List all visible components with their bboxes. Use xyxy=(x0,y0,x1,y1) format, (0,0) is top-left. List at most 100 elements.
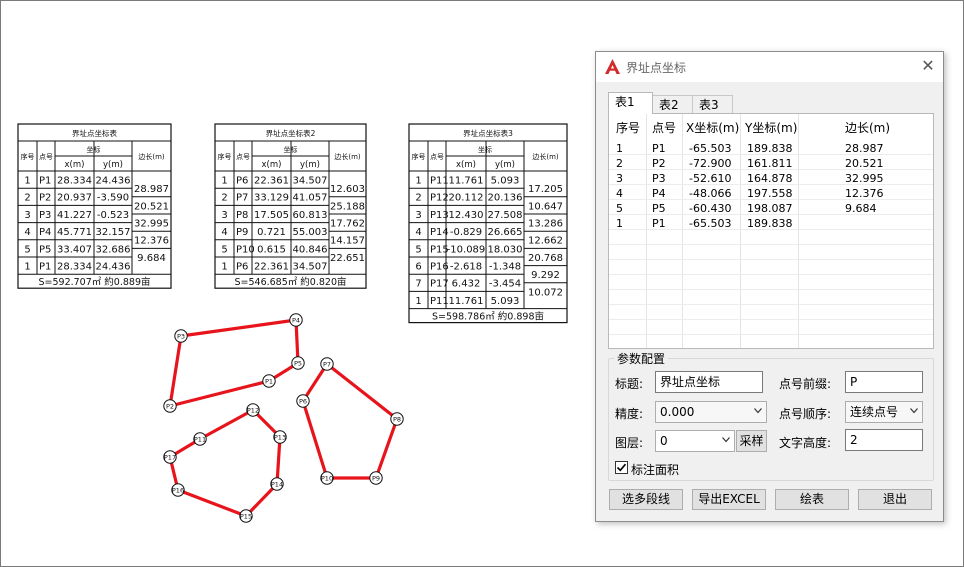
point-label: P8 xyxy=(393,416,401,424)
sample-button[interactable]: 采样 xyxy=(736,430,767,452)
table-cell-point: P2 xyxy=(39,193,51,204)
table-cell-seq: 4 xyxy=(24,227,30,238)
annotate-area-checkbox[interactable] xyxy=(615,461,628,474)
point-label: P2 xyxy=(166,403,174,411)
table-cell-x: 0.721 xyxy=(257,227,286,238)
text-height-label: 文字高度: xyxy=(779,436,832,450)
order-select[interactable]: 连续点号 xyxy=(845,401,923,423)
close-icon[interactable]: ✕ xyxy=(918,56,938,76)
select-polyline-button[interactable]: 选多段线 xyxy=(609,489,683,510)
boundary-point-marker[interactable]: P16 xyxy=(171,483,185,497)
table-cell-seq: 5 xyxy=(24,244,30,255)
point-label: P13 xyxy=(274,434,286,442)
dialog-titlebar[interactable]: 界址点坐标 ✕ xyxy=(596,52,943,82)
coordinate-table-3[interactable]: 界址点坐标表3序号 点号坐标x(m) y(m)边长(m)1 P11 11.761 5.09… xyxy=(408,123,568,324)
table-cell-point: P8 xyxy=(236,210,248,221)
table-cell-x: 6.432 xyxy=(452,279,481,290)
boundary-point-marker[interactable]: P8 xyxy=(390,412,404,426)
point-label: P1 xyxy=(265,378,273,386)
row-divider xyxy=(609,184,933,185)
precision-label: 精度: xyxy=(615,407,644,421)
column-header-point[interactable]: 点号 xyxy=(652,119,676,136)
boundary-point-marker[interactable]: P7 xyxy=(320,357,334,371)
boundary-point-marker[interactable]: P15 xyxy=(239,509,253,523)
table-cell-seq: 5 xyxy=(415,244,421,255)
column-header-seq[interactable]: 序号 xyxy=(616,119,640,136)
boundary-point-marker[interactable]: P14 xyxy=(270,477,284,491)
boundary-point-marker[interactable]: P13 xyxy=(273,430,287,444)
row-divider xyxy=(609,199,933,200)
table-cell-point: P16 xyxy=(430,262,449,273)
point-label: P7 xyxy=(323,361,331,369)
tab-sheet-3[interactable]: 表3 xyxy=(692,95,733,114)
table-cell-seq: 3 xyxy=(415,210,421,221)
table-cell-point: P6 xyxy=(236,176,248,187)
table-header-x: x(m) xyxy=(65,160,85,170)
table-cell-seq: 1 xyxy=(24,176,30,187)
table-cell-y: 24.436 xyxy=(96,262,131,273)
order-value: 连续点号 xyxy=(850,405,899,419)
export-excel-button[interactable]: 导出EXCEL xyxy=(692,489,766,510)
precision-select[interactable]: 0.000 xyxy=(655,401,767,423)
table-cell-x: 11.761 xyxy=(449,176,484,187)
table-cell-edge: 22.651 xyxy=(330,253,365,264)
boundary-point-marker[interactable]: P4 xyxy=(289,313,303,327)
table-cell-x: 20.112 xyxy=(449,193,484,204)
table-cell-seq: 2 xyxy=(24,193,30,204)
boundary-point-marker[interactable]: P10 xyxy=(320,471,334,485)
boundary-point-marker[interactable]: P5 xyxy=(291,356,305,370)
annotate-area-label[interactable]: 标注面积 xyxy=(631,461,679,478)
row-divider xyxy=(609,244,933,245)
table-cell-x: -2.618 xyxy=(450,262,482,273)
precision-value: 0.000 xyxy=(660,405,695,419)
row-divider xyxy=(609,319,933,320)
title-input[interactable]: 界址点坐标 xyxy=(655,371,763,393)
column-header-x[interactable]: X坐标(m) xyxy=(686,119,739,136)
table-cell-x: 33.407 xyxy=(57,244,92,255)
coordinate-table-1[interactable]: 界址点坐标表序号 点号 坐标x(m) y(m) 边长(m) 1 P1 28.334 24.436… xyxy=(17,123,172,289)
prefix-label: 点号前缀: xyxy=(779,377,832,391)
row-divider xyxy=(609,259,933,260)
table-cell-point: P6 xyxy=(236,262,248,273)
table-cell-seq: 2 xyxy=(221,193,227,204)
table-cell-edge: 12.662 xyxy=(528,236,563,247)
parcel-polyline-1[interactable] xyxy=(168,318,300,408)
boundary-point-marker[interactable]: P1 xyxy=(262,374,276,388)
coordinate-table-2[interactable]: 界址点坐标表2 序号 点号 坐标x(m) y(m) 边长(m) 1 P6 22.361 34.50… xyxy=(214,123,367,289)
boundary-point-dialog: 界址点坐标 ✕ 表1 表2 表3 序号 点号 X坐标(m) Y坐标(m) 边长(… xyxy=(595,51,944,522)
coordinate-list[interactable]: 序号 点号 X坐标(m) Y坐标(m) 边长(m) 1 P1 -65.503 189.… xyxy=(608,113,934,349)
boundary-point-marker[interactable]: P17 xyxy=(163,450,177,464)
boundary-point-marker[interactable]: P2 xyxy=(163,399,177,413)
column-header-edge[interactable]: 边长(m) xyxy=(845,119,890,136)
table-cell-point: P7 xyxy=(236,193,248,204)
table-cell-seq: 1 xyxy=(415,296,421,307)
table-cell-point: P11 xyxy=(430,176,449,187)
table-header-point: 点号 xyxy=(236,153,250,161)
table-cell-x: 33.129 xyxy=(254,193,289,204)
boundary-point-marker[interactable]: P3 xyxy=(174,329,188,343)
table-cell-y: 5.093 xyxy=(491,176,520,187)
table-cell-edge: 9.684 xyxy=(137,253,166,264)
autocad-logo-icon xyxy=(605,59,620,74)
table-header-y: y(m) xyxy=(300,160,320,170)
table-area: S=546.685㎡ 約0.820亩 xyxy=(235,276,347,288)
exit-button[interactable]: 退出 xyxy=(858,489,932,510)
boundary-point-marker[interactable]: P12 xyxy=(246,403,260,417)
table-cell-point: P1 xyxy=(39,262,51,273)
parcel-polyline-3[interactable] xyxy=(168,408,282,518)
parcel-polyline-2[interactable] xyxy=(301,362,399,480)
chevron-down-icon xyxy=(754,408,762,414)
boundary-point-marker[interactable]: P6 xyxy=(296,394,310,408)
prefix-input[interactable]: P xyxy=(845,371,923,393)
boundary-point-marker[interactable]: P9 xyxy=(369,471,383,485)
tab-sheet-2[interactable]: 表2 xyxy=(652,95,693,114)
column-header-y[interactable]: Y坐标(m) xyxy=(745,119,797,136)
table-cell-point: P17 xyxy=(430,279,449,290)
table-cell-point: P3 xyxy=(39,210,51,221)
text-height-input[interactable]: 2 xyxy=(845,429,923,451)
tab-sheet-1[interactable]: 表1 xyxy=(608,92,653,114)
table-cell-y: -0.523 xyxy=(97,210,129,221)
draw-table-button[interactable]: 绘表 xyxy=(775,489,849,510)
layer-select[interactable]: 0 xyxy=(655,430,735,452)
boundary-point-marker[interactable]: P11 xyxy=(193,432,207,446)
